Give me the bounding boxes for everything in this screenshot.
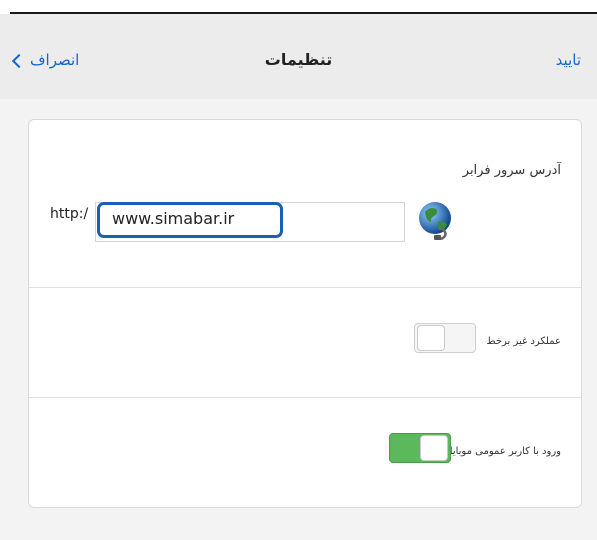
mobile-login-label: ورود با کاربر عمومی موبایل — [445, 446, 561, 457]
toggle-knob — [420, 435, 448, 461]
page-title: تنظیمات — [264, 50, 333, 69]
toggle-knob — [417, 325, 445, 351]
server-url-value[interactable]: www.simabar.ir — [112, 209, 234, 228]
server-address-label: آدرس سرور فرابر — [462, 163, 561, 178]
row-divider — [29, 287, 581, 288]
offline-mode-toggle[interactable] — [414, 323, 476, 353]
globe-icon — [419, 202, 451, 240]
row-divider — [29, 397, 581, 398]
http-prefix: http:/ — [50, 206, 89, 222]
settings-card: آدرس سرور فرابر http:/ www.simabar.ir عم… — [28, 119, 582, 508]
mobile-login-toggle[interactable] — [389, 433, 451, 463]
navigation-bar: انصراف تنظیمات تایید — [0, 14, 597, 99]
confirm-button[interactable]: تایید — [556, 51, 581, 69]
offline-mode-label: عملکرد غیر برخط — [486, 336, 561, 347]
